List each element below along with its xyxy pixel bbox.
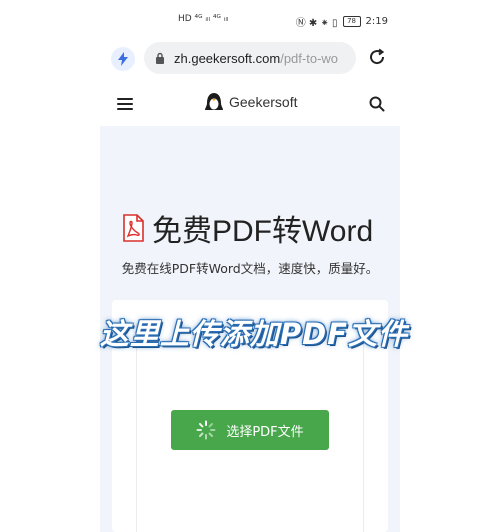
system-indicators: Ⓝ ✱ ⁕ ▯ 78 2:19 (296, 14, 388, 29)
annotation-caption: 这里上传添加PDF文件 (99, 317, 409, 351)
select-pdf-button[interactable]: 选择PDF文件 (171, 410, 329, 450)
penguin-logo-icon (205, 93, 223, 110)
search-icon (369, 96, 385, 112)
menu-bar (117, 98, 133, 100)
battery-icon: 78 (342, 16, 361, 27)
network-status-text: HD ⁴ᴳ ᵢₗₗ ⁴ᴳ ᵢₗₗ (178, 14, 229, 24)
loading-spinner-icon (196, 420, 216, 440)
hero-title-text: 免费PDF转Word (152, 215, 374, 248)
menu-bar (117, 103, 133, 105)
url-domain: zh.geekersoft.com (174, 50, 281, 66)
hero-subtitle: 免费在线PDF转Word文档，速度快，质量好。 (121, 261, 379, 276)
network-indicators: HD ⁴ᴳ ᵢₗₗ ⁴ᴳ ᵢₗₗ (178, 14, 228, 24)
clock: 2:19 (365, 16, 388, 27)
select-pdf-button-label: 选择PDF文件 (226, 424, 304, 440)
url-text: zh.geekersoft.com/pdf-to-wo (174, 51, 338, 66)
address-bar[interactable]: zh.geekersoft.com/pdf-to-wo (144, 42, 356, 74)
reload-button[interactable] (366, 46, 388, 68)
search-button[interactable] (368, 95, 386, 113)
menu-button[interactable] (117, 96, 133, 112)
url-path: /pdf-to-wo (280, 50, 339, 66)
status-bar: HD ⁴ᴳ ᵢₗₗ ⁴ᴳ ᵢₗₗ Ⓝ ✱ ⁕ ▯ 78 2:19 (0, 0, 500, 40)
site-logo[interactable]: Geekersoft (204, 92, 297, 112)
menu-bar (117, 108, 133, 110)
speed-mode-button[interactable] (111, 47, 135, 71)
reload-icon (370, 48, 385, 65)
page-title: 免费PDF转Word (122, 206, 373, 250)
pdf-file-icon (123, 214, 144, 242)
logo-text: Geekersoft (229, 94, 298, 110)
lock-icon (154, 51, 166, 65)
system-icons: Ⓝ ✱ ⁕ ▯ (295, 18, 338, 29)
lightning-icon (118, 52, 128, 66)
